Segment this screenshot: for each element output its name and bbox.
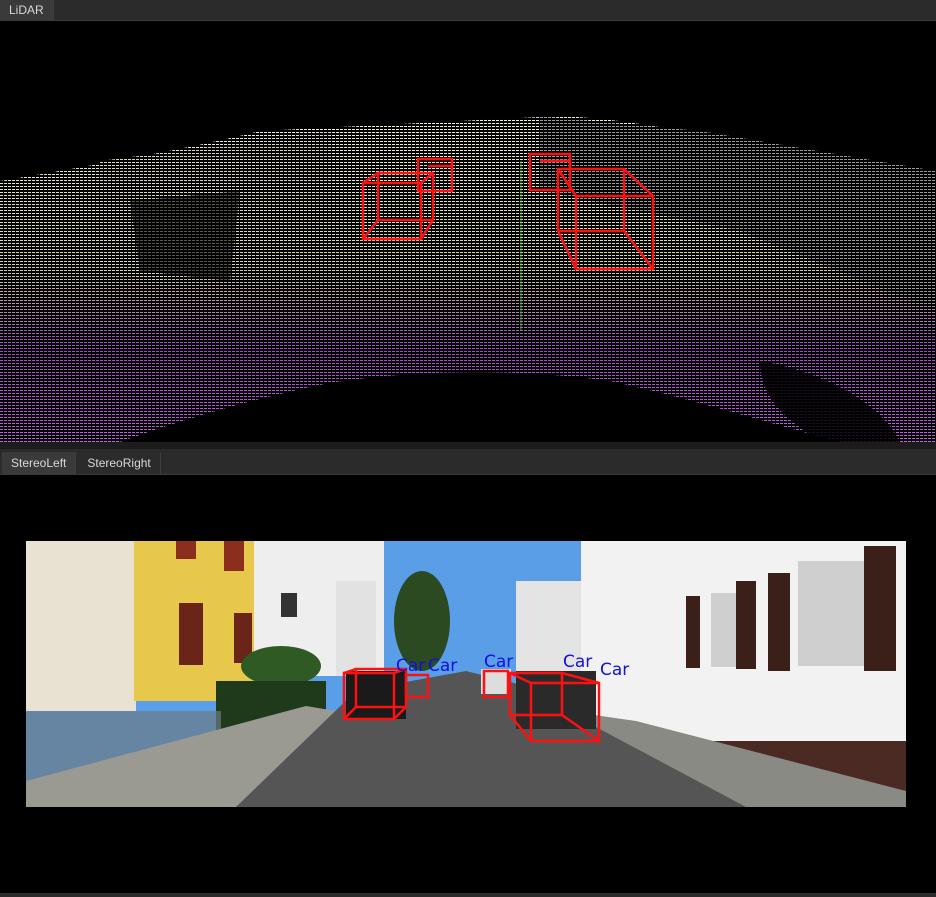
tab-stereo-left[interactable]: StereoLeft [2, 452, 77, 474]
lidar-tab-bar: LiDAR [0, 0, 936, 21]
bottom-edge [0, 893, 936, 897]
stereo-image: Car Car Car Car Car [26, 541, 906, 807]
detection-label: Car [600, 660, 629, 680]
lidar-point-cloud [0, 116, 936, 442]
lidar-viewport[interactable] [0, 21, 936, 442]
tab-stereo-right[interactable]: StereoRight [78, 452, 161, 474]
detection-label: Car [428, 656, 457, 676]
tab-lidar[interactable]: LiDAR [0, 0, 54, 20]
detection-label: Car [563, 652, 592, 672]
stereo-tab-bar: StereoLeft StereoRight [0, 448, 936, 475]
stereo-viewport[interactable]: Car Car Car Car Car [0, 475, 936, 897]
detection-label: Car [396, 656, 425, 676]
detection-label: Car [484, 652, 513, 672]
camera-frame: Car Car Car Car Car [26, 541, 906, 807]
